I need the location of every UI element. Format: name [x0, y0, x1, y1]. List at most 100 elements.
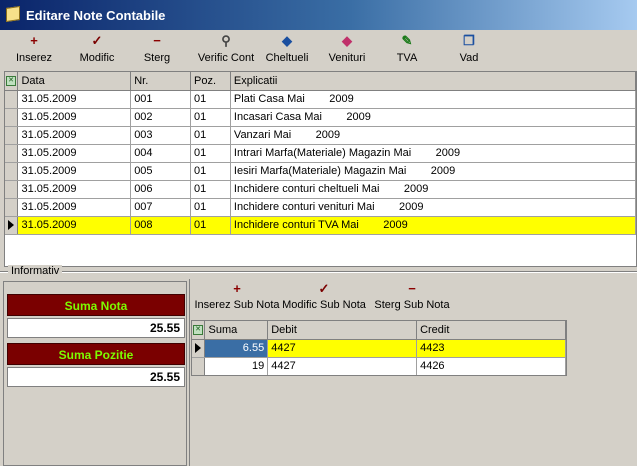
row-indicator[interactable] — [5, 216, 19, 235]
cell-nr[interactable]: 006 — [130, 180, 191, 199]
cell-nr[interactable]: 005 — [130, 162, 191, 181]
cell-data[interactable]: 31.05.2009 — [17, 180, 132, 199]
minus-icon: − — [153, 33, 161, 48]
cell-nr[interactable]: 001 — [130, 90, 191, 109]
cell-debit[interactable]: 4427 — [267, 339, 418, 358]
vad-button[interactable]: ❐ Vad — [454, 32, 484, 68]
cell-debit[interactable]: 4427 — [267, 357, 418, 375]
row-indicator[interactable] — [5, 144, 19, 163]
row-indicator[interactable] — [5, 126, 19, 145]
sterg-sub-nota-button[interactable]: − Sterg Sub Nota — [374, 281, 450, 312]
venituri-label: Venituri — [328, 52, 366, 64]
cell-explicatii[interactable]: Vanzari Mai 2009 — [230, 126, 636, 145]
sub-note-grid[interactable]: ✕ Suma Debit Credit 6.55 4427 4423 19 44… — [191, 320, 567, 376]
window-title: Editare Note Contabile — [26, 8, 166, 23]
inserez-sub-nota-button[interactable]: + Inserez Sub Nota — [194, 281, 280, 312]
column-header-credit[interactable]: Credit — [416, 321, 566, 340]
row-indicator[interactable] — [5, 90, 19, 109]
cell-explicatii[interactable]: Intrari Marfa(Materiale) Magazin Mai 200… — [230, 144, 636, 163]
cell-poz[interactable]: 01 — [190, 90, 231, 109]
view-icon: ❐ — [463, 33, 475, 48]
pencil-icon: ✎ — [401, 33, 413, 48]
cell-poz[interactable]: 01 — [190, 180, 231, 199]
column-header-debit[interactable]: Debit — [267, 321, 418, 340]
cell-data[interactable]: 31.05.2009 — [17, 162, 132, 181]
vad-label: Vad — [459, 52, 479, 64]
cell-poz[interactable]: 01 — [190, 198, 231, 217]
cell-poz[interactable]: 01 — [190, 144, 231, 163]
cell-credit[interactable]: 4426 — [416, 357, 566, 375]
table-row[interactable]: 31.05.2009 002 01 Incasari Casa Mai 2009 — [5, 108, 636, 127]
title-bar: Editare Note Contabile — [0, 0, 637, 30]
info-panel-legend: Informativ — [8, 265, 63, 277]
note-grid[interactable]: ✕ Data Nr. Poz. Explicatii 31.05.2009 00… — [4, 71, 637, 267]
verific-cont-label: Verific Cont — [197, 52, 255, 64]
suma-nota-value: 25.55 — [7, 318, 185, 338]
cell-explicatii[interactable]: Inchidere conturi venituri Mai 2009 — [230, 198, 636, 217]
minus-icon: − — [408, 281, 416, 296]
table-row-selected[interactable]: 6.55 4427 4423 — [192, 339, 566, 358]
tva-button[interactable]: ✎ TVA — [392, 32, 422, 68]
column-header-nr[interactable]: Nr. — [130, 72, 191, 91]
cell-data[interactable]: 31.05.2009 — [17, 198, 132, 217]
table-row[interactable]: 31.05.2009 005 01 Iesiri Marfa(Materiale… — [5, 162, 636, 181]
cell-nr[interactable]: 008 — [130, 216, 191, 235]
row-indicator[interactable] — [5, 108, 19, 127]
column-header-poz[interactable]: Poz. — [190, 72, 231, 91]
table-row[interactable]: 31.05.2009 004 01 Intrari Marfa(Material… — [5, 144, 636, 163]
cell-explicatii[interactable]: Incasari Casa Mai 2009 — [230, 108, 636, 127]
grid-corner[interactable]: ✕ — [5, 72, 19, 91]
cell-explicatii[interactable]: Iesiri Marfa(Materiale) Magazin Mai 2009 — [230, 162, 636, 181]
cell-poz[interactable]: 01 — [190, 108, 231, 127]
row-indicator[interactable] — [5, 180, 19, 199]
cell-explicatii[interactable]: Plati Casa Mai 2009 — [230, 90, 636, 109]
row-indicator[interactable] — [5, 162, 19, 181]
main-toolbar: + Inserez ✓ Modific − Sterg ⚲ Verific Co… — [0, 30, 637, 69]
cell-poz[interactable]: 01 — [190, 162, 231, 181]
verific-cont-button[interactable]: ⚲ Verific Cont — [196, 32, 256, 68]
venituri-button[interactable]: ◆ Venituri — [324, 32, 370, 68]
suma-pozitie-value: 25.55 — [7, 367, 185, 387]
table-row[interactable]: 31.05.2009 006 01 Inchidere conturi chel… — [5, 180, 636, 199]
cell-data[interactable]: 31.05.2009 — [17, 90, 132, 109]
cell-nr[interactable]: 003 — [130, 126, 191, 145]
plus-icon: + — [233, 281, 241, 296]
grid-corner[interactable]: ✕ — [192, 321, 206, 340]
column-header-explicatii[interactable]: Explicatii — [230, 72, 636, 91]
sterg-button[interactable]: − Sterg — [138, 32, 176, 68]
cell-data[interactable]: 31.05.2009 — [17, 144, 132, 163]
cell-suma[interactable]: 19 — [204, 357, 269, 375]
cell-nr[interactable]: 007 — [130, 198, 191, 217]
magnifier-icon: ⚲ — [221, 33, 231, 48]
table-row[interactable]: 31.05.2009 001 01 Plati Casa Mai 2009 — [5, 90, 636, 109]
cell-credit[interactable]: 4423 — [416, 339, 566, 358]
table-row[interactable]: 31.05.2009 003 01 Vanzari Mai 2009 — [5, 126, 636, 145]
cell-data[interactable]: 31.05.2009 — [17, 216, 132, 235]
cell-data[interactable]: 31.05.2009 — [17, 126, 132, 145]
cell-data[interactable]: 31.05.2009 — [17, 108, 132, 127]
cell-explicatii[interactable]: Inchidere conturi cheltueli Mai 2009 — [230, 180, 636, 199]
splitter[interactable] — [0, 271, 637, 273]
table-row[interactable]: 19 4427 4426 — [192, 357, 566, 375]
cell-nr[interactable]: 004 — [130, 144, 191, 163]
cell-suma[interactable]: 6.55 — [204, 339, 269, 358]
row-indicator[interactable] — [5, 198, 19, 217]
cell-explicatii[interactable]: Inchidere conturi TVA Mai 2009 — [230, 216, 636, 235]
grid-corner-icon: ✕ — [193, 324, 203, 335]
modific-button[interactable]: ✓ Modific — [74, 32, 120, 68]
table-row-selected[interactable]: 31.05.2009 008 01 Inchidere conturi TVA … — [5, 216, 636, 235]
row-indicator[interactable] — [192, 339, 206, 358]
cheltueli-button[interactable]: ◆ Cheltueli — [262, 32, 312, 68]
table-row[interactable]: 31.05.2009 007 01 Inchidere conturi veni… — [5, 198, 636, 217]
cell-poz[interactable]: 01 — [190, 126, 231, 145]
cell-poz[interactable]: 01 — [190, 216, 231, 235]
modific-sub-nota-button[interactable]: ✓ Modific Sub Nota — [282, 282, 366, 312]
cell-nr[interactable]: 002 — [130, 108, 191, 127]
sterg-sub-nota-label: Sterg Sub Nota — [374, 299, 450, 311]
column-header-suma[interactable]: Suma — [204, 321, 269, 340]
column-header-data[interactable]: Data — [17, 72, 132, 91]
modific-sub-nota-label: Modific Sub Nota — [282, 299, 366, 311]
modific-label: Modific — [79, 52, 115, 64]
inserez-button[interactable]: + Inserez — [12, 32, 56, 68]
row-indicator[interactable] — [192, 357, 206, 375]
